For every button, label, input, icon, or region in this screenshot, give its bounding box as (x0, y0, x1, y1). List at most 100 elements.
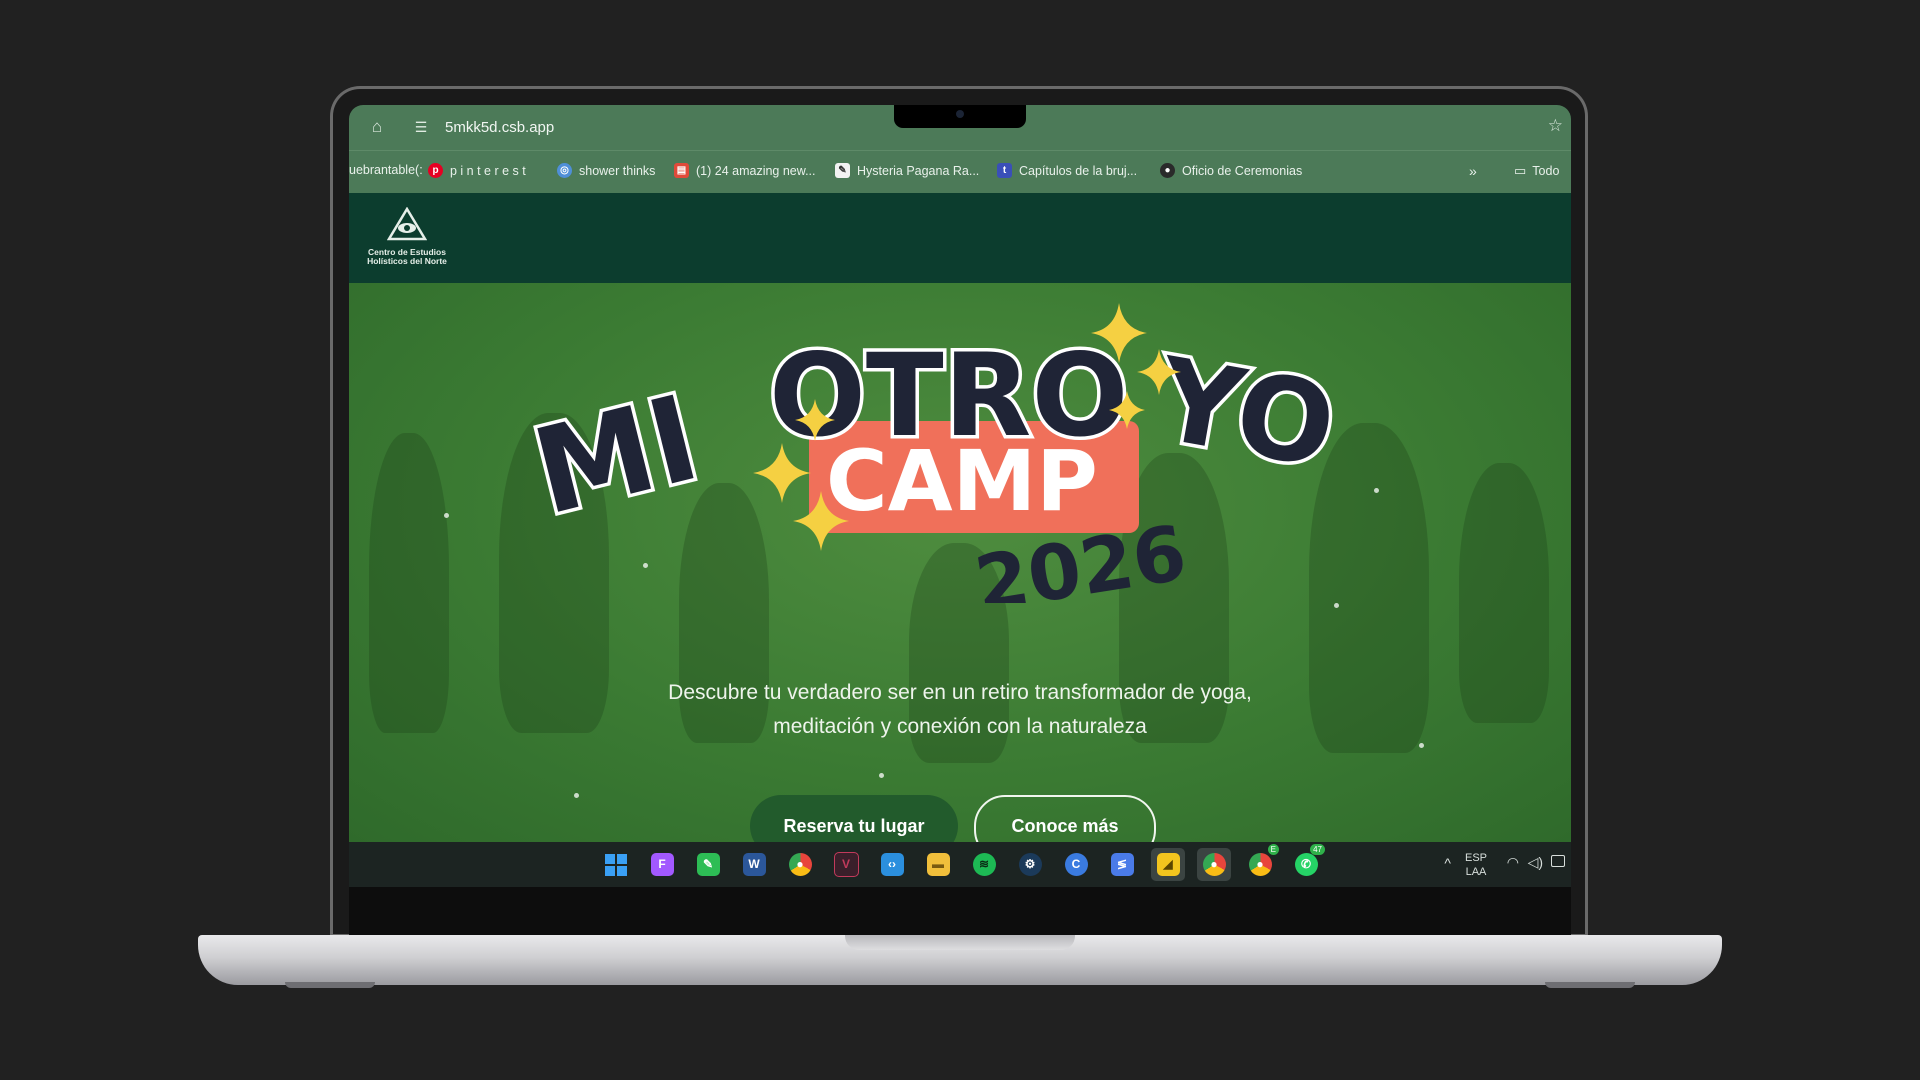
bookmark-label: shower thinks (579, 163, 656, 178)
language-code: ESP (1464, 852, 1487, 864)
bookmark-star-icon[interactable]: ☆ (1548, 116, 1563, 136)
sparkle-dot (1419, 743, 1424, 748)
sparkle-dot (574, 793, 579, 798)
camera-notch (894, 105, 1026, 128)
laptop-foot-left (285, 982, 375, 988)
windows-start-icon[interactable] (599, 848, 633, 881)
laptop-foot-right (1545, 982, 1635, 988)
bookmarks-overflow-button[interactable]: » (1469, 163, 1477, 179)
copilot-icon[interactable]: C (1059, 848, 1093, 881)
sparkle-dot (1334, 603, 1339, 608)
laptop-opening-notch (845, 935, 1075, 950)
whatsapp-glyph: ✆ (1294, 853, 1318, 876)
copilot-glyph: C (1064, 853, 1088, 876)
file-explorer-icon[interactable]: ▬ (921, 848, 955, 881)
wifi-icon[interactable]: ◠ (1507, 854, 1519, 871)
bookmarks-folder[interactable]: ▭ Todo (1514, 163, 1559, 179)
system-tray: ^ ESP LAA ◠ ◁) (1371, 842, 1571, 887)
address-bar-url[interactable]: 5mkk5d.csb.app (445, 119, 554, 136)
gift-icon: ▤ (674, 163, 689, 178)
camera-lens (956, 110, 964, 118)
title-word-camp: CAMP (826, 432, 1098, 530)
bookmark-item[interactable]: ▤ (1) 24 amazing new... (674, 163, 816, 178)
vscode-glyph: ‹› (880, 853, 904, 876)
chrome-second-profile-icon[interactable]: ● E (1243, 844, 1279, 881)
steam-glyph: ⚙ (1018, 853, 1042, 876)
figma-glyph: F (650, 853, 674, 876)
sticky-notes-icon[interactable]: ◢ (1151, 848, 1185, 881)
title-word-yo: YO (1147, 332, 1345, 494)
globe-icon: ◎ (557, 163, 572, 178)
hero-description-line-1: Descubre tu verdadero ser en un retiro t… (668, 681, 1252, 704)
folder-label: Todo (1532, 164, 1560, 178)
phone-link-glyph: ✎ (696, 853, 720, 876)
battery-icon[interactable] (1551, 855, 1565, 867)
hero-title-artwork: MI OTRO YO CAMP 2026 (519, 303, 1348, 603)
chrome-glyph: ● (788, 853, 812, 876)
site-header: Centro de Estudios Holísticos del Norte (349, 193, 1571, 283)
taskbar-apps: F ✎ W ● V ‹› ▬ ≋ ⚙ C ≶ ◢ ● ● E ✆ 47 (599, 844, 1325, 881)
chevron-up-icon[interactable]: ^ (1444, 855, 1451, 871)
background-figure (369, 433, 449, 733)
bookmark-item[interactable]: ● Oficio de Ceremonias (1160, 163, 1302, 178)
vectorworks-icon[interactable]: V (829, 848, 863, 881)
word-icon[interactable]: W (737, 848, 771, 881)
bookmark-label: Capítulos de la bruj... (1019, 163, 1138, 178)
eye-pyramid-icon (386, 206, 428, 241)
bookmark-item[interactable]: ◎ shower thinks (557, 163, 655, 178)
hero-description: Descubre tu verdadero ser en un retiro t… (599, 676, 1321, 744)
hero-description-line-2: meditación y conexión con la naturaleza (773, 715, 1147, 738)
laptop-bezel-chin (349, 887, 1571, 935)
taskbar: F ✎ W ● V ‹› ▬ ≋ ⚙ C ≶ ◢ ● ● E ✆ 47 ^ ES… (349, 842, 1571, 887)
chrome-second-profile-glyph: ● (1248, 853, 1272, 876)
chrome-profile-glyph: ● (1202, 853, 1226, 876)
folder-glyph: ▬ (926, 853, 950, 876)
bookmark-item[interactable]: p p i n t e r e s t (428, 163, 526, 178)
bookmark-icon: ● (1160, 163, 1175, 178)
vscode-icon[interactable]: ‹› (875, 848, 909, 881)
keyboard-layout: LAA (1465, 866, 1487, 878)
affinity-glyph: ≶ (1110, 853, 1134, 876)
steam-icon[interactable]: ⚙ (1013, 848, 1047, 881)
home-icon[interactable]: ⌂ (367, 117, 387, 137)
reserve-spot-button[interactable]: Reserva tu lugar (750, 795, 958, 842)
tumblr-icon: t (997, 163, 1012, 178)
page-icon: ✎ (835, 163, 850, 178)
bookmark-label: uebrantable(: (349, 163, 423, 177)
figma-icon[interactable]: F (645, 848, 679, 881)
bookmark-item[interactable]: uebrantable(: (349, 163, 423, 177)
input-language[interactable]: ESP LAA (1465, 851, 1487, 879)
logo-line-2: Holísticos del Norte (367, 256, 447, 266)
spotify-glyph: ≋ (972, 853, 996, 876)
site-logo[interactable]: Centro de Estudios Holísticos del Norte (357, 206, 457, 269)
chrome-profile-icon[interactable]: ● (1197, 848, 1231, 881)
background-figure (1459, 463, 1549, 723)
chrome-icon[interactable]: ● (783, 848, 817, 881)
sticky-notes-glyph: ◢ (1156, 853, 1180, 876)
whatsapp-unread-badge: 47 (1310, 844, 1325, 855)
hero-section: MI OTRO YO CAMP 2026 Descubre tu verdade… (349, 283, 1571, 842)
phone-link-icon[interactable]: ✎ (691, 848, 725, 881)
folder-icon: ▭ (1514, 163, 1527, 178)
bookmark-label: Oficio de Ceremonias (1182, 163, 1303, 178)
laptop-screen: ⌂ ☰ 5mkk5d.csb.app ☆ uebrantable(: p p i… (349, 105, 1571, 887)
title-word-mi: MI (521, 369, 711, 542)
affinity-icon[interactable]: ≶ (1105, 848, 1139, 881)
laptop-base (198, 935, 1722, 985)
spotify-icon[interactable]: ≋ (967, 848, 1001, 881)
chrome-profile-badge: E (1267, 844, 1279, 855)
bookmark-label: (1) 24 amazing new... (696, 163, 816, 178)
bookmark-item[interactable]: ✎ Hysteria Pagana Ra... (835, 163, 979, 178)
sparkle-dot (879, 773, 884, 778)
logo-text: Centro de Estudios Holísticos del Norte (357, 248, 457, 266)
bookmark-label: Hysteria Pagana Ra... (857, 163, 980, 178)
volume-icon[interactable]: ◁) (1528, 854, 1543, 871)
pinterest-icon: p (428, 163, 443, 178)
bookmarks-bar: uebrantable(: p p i n t e r e s t ◎ show… (349, 150, 1571, 194)
sparkle-dot (444, 513, 449, 518)
vectorworks-glyph: V (833, 852, 859, 877)
learn-more-button[interactable]: Conoce más (974, 795, 1156, 842)
whatsapp-icon[interactable]: ✆ 47 (1289, 844, 1325, 881)
site-settings-icon[interactable]: ☰ (411, 117, 431, 137)
bookmark-item[interactable]: t Capítulos de la bruj... (997, 163, 1137, 178)
